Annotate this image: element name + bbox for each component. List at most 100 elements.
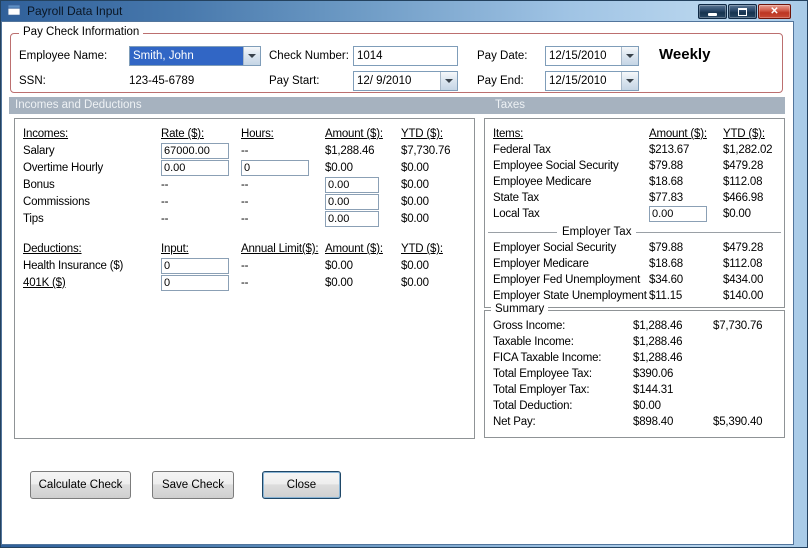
dialog-content: Pay Check Information Employee Name: Smi… xyxy=(1,21,794,545)
tax-label-employer-state-unemployment: Employer State Unemployment xyxy=(493,290,647,302)
header-row: Items: Amount ($): YTD ($): xyxy=(485,126,784,142)
bonus-rate-value: -- xyxy=(161,179,169,191)
table-row: Net Pay: $898.40 $5,390.40 xyxy=(485,414,784,430)
table-row: Employer Medicare $18.68 $112.08 xyxy=(485,256,784,272)
state-tax-amount: $77.83 xyxy=(649,192,683,204)
close-button[interactable]: Close xyxy=(262,471,341,499)
total-deduction-value: $0.00 xyxy=(633,400,661,412)
pay-start-dropdown-button[interactable] xyxy=(440,72,457,90)
ssn-label: SSN: xyxy=(19,75,46,87)
health-insurance-ytd-value: $0.00 xyxy=(401,260,429,272)
local-tax-ytd: $0.00 xyxy=(723,208,751,220)
minimize-icon xyxy=(708,13,717,16)
pay-start-picker[interactable]: 12/ 9/2010 xyxy=(353,71,458,91)
employer-state-unemployment-ytd: $140.00 xyxy=(723,290,764,302)
column-header: Hours: xyxy=(241,128,274,140)
table-row: Health Insurance ($) -- $0.00 $0.00 xyxy=(15,258,474,275)
chevron-down-icon xyxy=(626,54,634,58)
table-row: Commissions -- -- $0.00 xyxy=(15,194,474,211)
income-label-overtime: Overtime Hourly xyxy=(23,162,104,174)
salary-rate-input[interactable] xyxy=(161,143,229,159)
employer-ss-amount: $79.88 xyxy=(649,242,683,254)
column-header: Annual Limit($): xyxy=(241,243,319,255)
pay-frequency-text: Weekly xyxy=(659,46,711,63)
table-row: Federal Tax $213.67 $1,282.02 xyxy=(485,142,784,158)
gross-income-ytd: $7,730.76 xyxy=(713,320,763,332)
maximize-button[interactable] xyxy=(728,4,757,19)
overtime-rate-input[interactable] xyxy=(161,160,229,176)
401k-limit-value: -- xyxy=(241,277,249,289)
taxes-section-title: Taxes xyxy=(495,99,526,111)
health-insurance-input[interactable] xyxy=(161,258,229,274)
column-header: Deductions: xyxy=(23,243,82,255)
local-tax-input[interactable] xyxy=(649,206,707,222)
fica-taxable-income-value: $1,288.46 xyxy=(633,352,683,364)
employer-medicare-amount: $18.68 xyxy=(649,258,683,270)
summary-label-fica-taxable-income: FICA Taxable Income: xyxy=(493,352,602,364)
column-header: Input: xyxy=(161,243,189,255)
net-pay-ytd: $5,390.40 xyxy=(713,416,763,428)
overtime-hours-input[interactable] xyxy=(241,160,309,176)
summary-panel: Summary Gross Income: $1,288.46 $7,730.76 T… xyxy=(484,303,785,438)
employer-fed-unemployment-ytd: $434.00 xyxy=(723,274,764,286)
close-window-button[interactable]: ✕ xyxy=(758,4,791,19)
summary-label-gross-income: Gross Income: xyxy=(493,320,566,332)
table-row: Employee Social Security $79.88 $479.28 xyxy=(485,158,784,174)
table-row: Total Employee Tax: $390.06 xyxy=(485,366,784,382)
commissions-ytd-value: $0.00 xyxy=(401,196,429,208)
total-employer-tax-value: $144.31 xyxy=(633,384,674,396)
employee-ss-amount: $79.88 xyxy=(649,160,683,172)
income-label-commissions: Commissions xyxy=(23,196,90,208)
calculate-check-button[interactable]: Calculate Check xyxy=(30,471,131,499)
pay-end-label: Pay End: xyxy=(477,75,524,87)
tax-label-employee-ss: Employee Social Security xyxy=(493,160,619,172)
pay-date-value: 12/15/2010 xyxy=(549,50,607,62)
employee-name-select[interactable]: Smith, John xyxy=(129,46,261,66)
deduction-label-health-insurance: Health Insurance ($) xyxy=(23,260,124,272)
deduction-link-401k[interactable]: 401K ($) xyxy=(23,275,66,291)
401k-amount-value: $0.00 xyxy=(325,277,353,289)
pay-start-value: 12/ 9/2010 xyxy=(357,75,412,87)
table-row: Overtime Hourly $0.00 $0.00 xyxy=(15,160,474,177)
column-header: YTD ($): xyxy=(401,128,443,140)
employer-fed-unemployment-amount: $34.60 xyxy=(649,274,683,286)
chevron-down-icon xyxy=(248,54,256,58)
column-header: YTD ($): xyxy=(723,128,765,140)
summary-label-total-employee-tax: Total Employee Tax: xyxy=(493,368,592,380)
column-header: Incomes: xyxy=(23,128,69,140)
pay-date-picker[interactable]: 12/15/2010 xyxy=(545,46,639,66)
gross-income-value: $1,288.46 xyxy=(633,320,683,332)
bonus-amount-input[interactable] xyxy=(325,177,379,193)
ssn-value: 123-45-6789 xyxy=(129,75,195,87)
federal-tax-amount: $213.67 xyxy=(649,144,690,156)
minimize-button[interactable] xyxy=(698,4,727,19)
window-title: Payroll Data Input xyxy=(27,4,123,18)
table-row: Gross Income: $1,288.46 $7,730.76 xyxy=(485,318,784,334)
tips-hours-value: -- xyxy=(241,213,249,225)
commissions-amount-input[interactable] xyxy=(325,194,379,210)
employer-medicare-ytd: $112.08 xyxy=(723,258,763,270)
window-controls: ✕ xyxy=(698,4,791,19)
pay-end-dropdown-button[interactable] xyxy=(621,72,638,90)
employee-name-dropdown-button[interactable] xyxy=(243,47,260,65)
commissions-rate-value: -- xyxy=(161,196,169,208)
check-number-label: Check Number: xyxy=(269,50,349,62)
incomes-section-title: Incomes and Deductions xyxy=(15,99,142,111)
tips-amount-input[interactable] xyxy=(325,211,379,227)
income-label-tips: Tips xyxy=(23,213,44,225)
employee-ss-ytd: $479.28 xyxy=(723,160,764,172)
salary-ytd-value: $7,730.76 xyxy=(401,145,451,157)
table-row: FICA Taxable Income: $1,288.46 xyxy=(485,350,784,366)
table-row: Local Tax $0.00 xyxy=(485,206,784,222)
401k-input[interactable] xyxy=(161,275,229,291)
save-check-button[interactable]: Save Check xyxy=(152,471,234,499)
taxes-panel: Items: Amount ($): YTD ($): Federal Tax $213… xyxy=(484,118,785,308)
check-number-input[interactable] xyxy=(353,46,458,66)
summary-label-total-deduction: Total Deduction: xyxy=(493,400,573,412)
summary-label-net-pay: Net Pay: xyxy=(493,416,536,428)
tips-ytd-value: $0.00 xyxy=(401,213,429,225)
pay-end-picker[interactable]: 12/15/2010 xyxy=(545,71,639,91)
tax-label-state: State Tax xyxy=(493,192,539,204)
pay-date-dropdown-button[interactable] xyxy=(621,47,638,65)
